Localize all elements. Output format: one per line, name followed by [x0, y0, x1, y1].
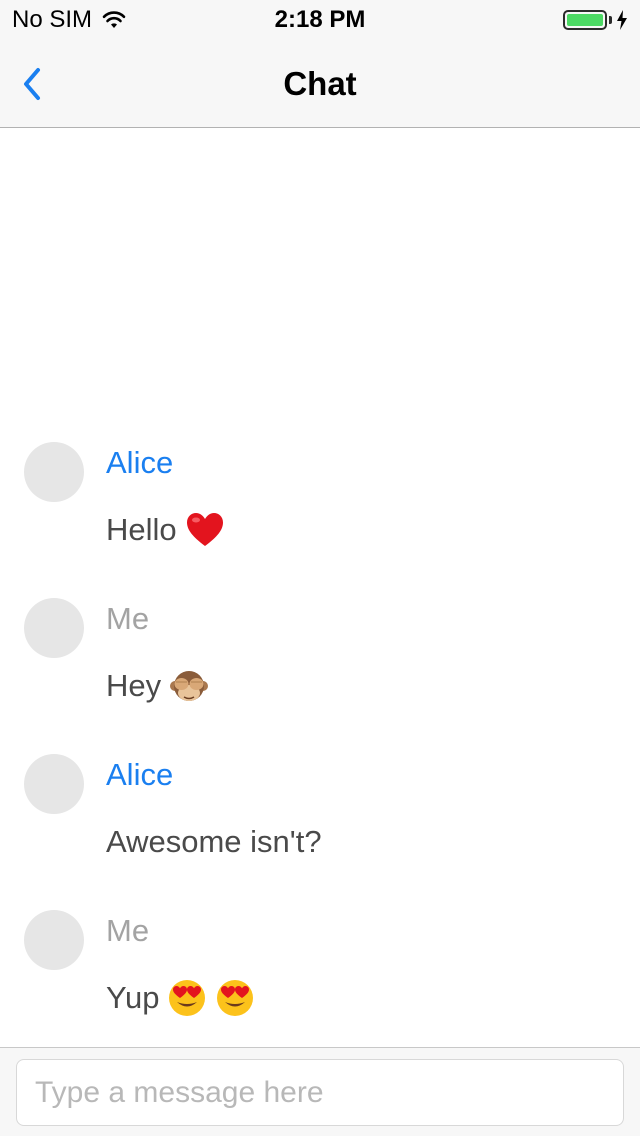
message-body: Yup	[106, 980, 160, 1015]
navigation-bar: Chat	[0, 40, 640, 128]
sender-name: Me	[106, 601, 150, 636]
heart-eyes-emoji-icon	[217, 980, 254, 1016]
message-input-bar	[0, 1047, 640, 1136]
sender-name: Alice	[106, 757, 174, 792]
chat-screen: No SIM 2:18 PM Chat Alice Hello Me Hey A…	[0, 0, 640, 1136]
battery-cap	[609, 16, 612, 24]
message-text: Awesome isn't?	[106, 822, 322, 862]
avatar	[24, 754, 84, 814]
see-no-evil-monkey-emoji-icon	[170, 671, 209, 701]
message-body: Hey	[106, 668, 162, 703]
battery-icon	[563, 10, 607, 30]
sender-name: Me	[106, 913, 150, 948]
battery-indicator	[563, 9, 628, 31]
avatar	[24, 910, 84, 970]
message-text: Hello	[106, 510, 225, 550]
avatar	[24, 598, 84, 658]
message-list: Alice Hello Me Hey Alice Awesome isn't? …	[0, 442, 640, 1066]
status-time: 2:18 PM	[274, 6, 366, 33]
charging-bolt-icon	[617, 10, 627, 30]
status-bar: No SIM 2:18 PM	[0, 0, 640, 40]
battery-fill	[567, 14, 603, 26]
sender-name: Alice	[106, 445, 174, 480]
message-item: Alice Awesome isn't?	[0, 754, 640, 910]
heart-eyes-emoji-icon	[169, 980, 206, 1016]
page-title: Chat	[283, 65, 357, 102]
message-text: Hey	[106, 666, 209, 706]
message-item: Me Hey	[0, 598, 640, 754]
message-body: Awesome isn't?	[106, 824, 322, 859]
message-text: Yup	[106, 978, 255, 1018]
message-input[interactable]	[16, 1059, 624, 1126]
message-body: Hello	[106, 512, 177, 547]
red-heart-emoji-icon	[186, 513, 223, 546]
avatar	[24, 442, 84, 502]
message-item: Alice Hello	[0, 442, 640, 598]
message-item: Me Yup	[0, 910, 640, 1066]
